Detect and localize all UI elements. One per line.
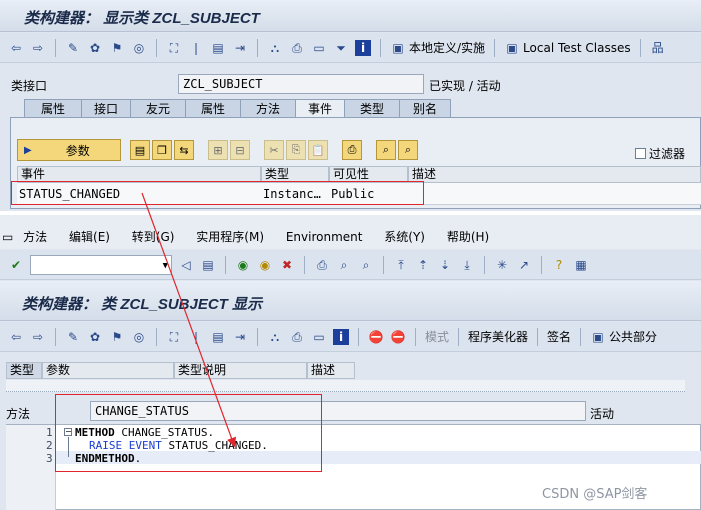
arrow-line [141, 192, 237, 448]
watermark: CSDN @SAP剑客 [542, 487, 648, 502]
annotation-arrow [141, 192, 237, 448]
